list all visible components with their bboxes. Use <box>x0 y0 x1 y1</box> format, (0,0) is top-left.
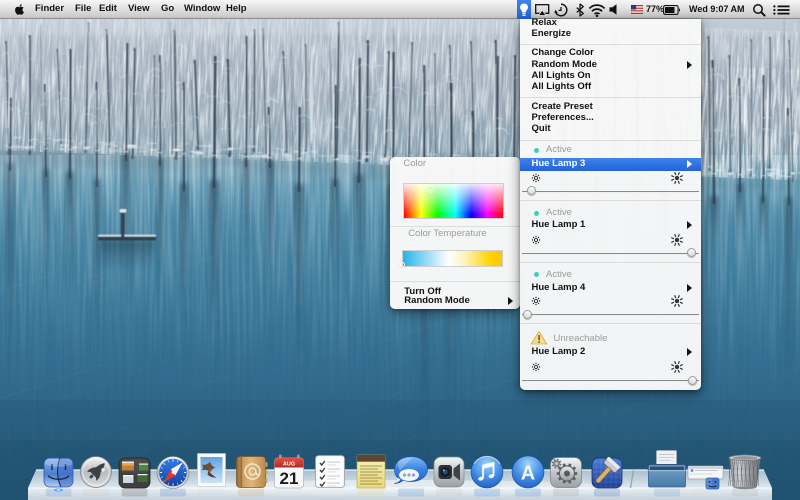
svg-text:21: 21 <box>280 469 299 488</box>
svg-text:AUG: AUG <box>283 462 295 468</box>
svg-text:A: A <box>521 463 535 485</box>
